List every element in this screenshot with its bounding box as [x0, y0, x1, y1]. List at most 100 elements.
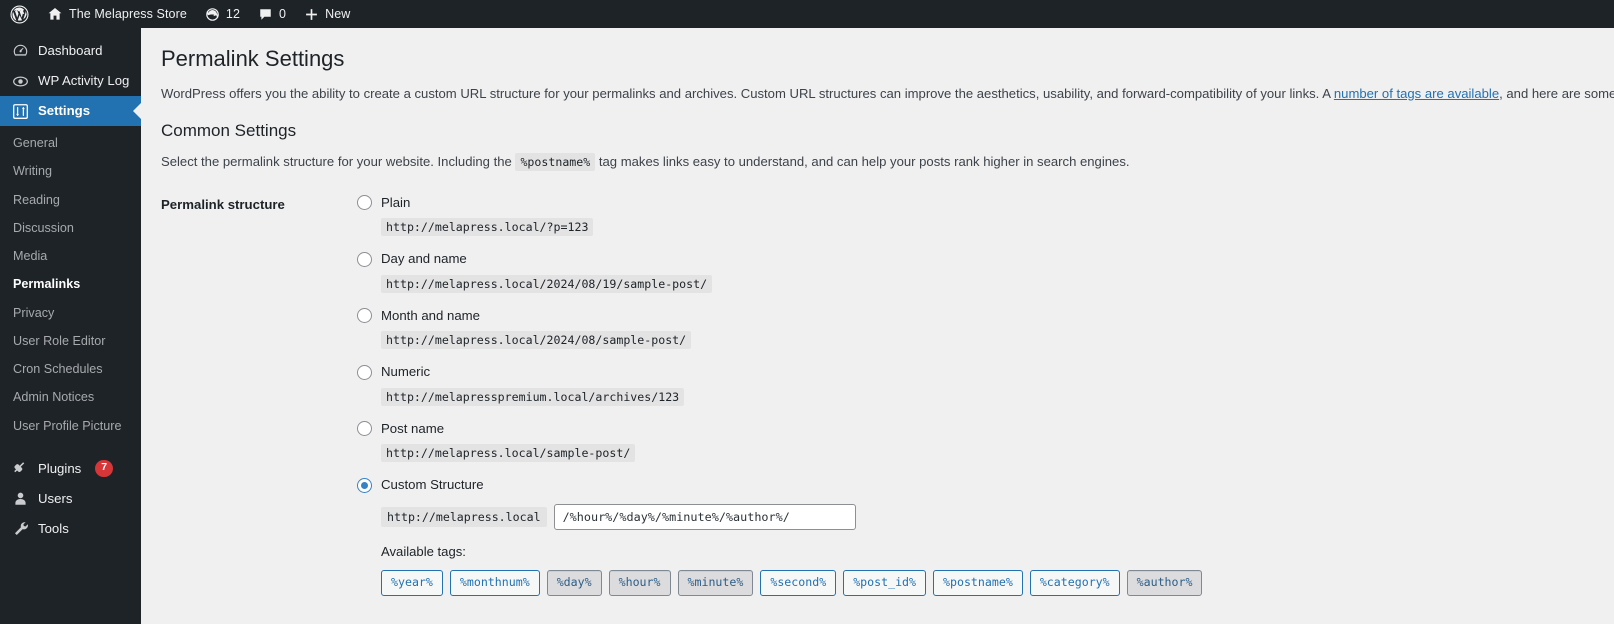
option-plain-example: http://melapress.local/?p=123	[381, 218, 594, 237]
sidebar-item-plugins[interactable]: Plugins 7	[0, 454, 141, 484]
option-plain-label: Plain	[381, 194, 411, 210]
custom-structure-input[interactable]	[553, 503, 856, 530]
page-title: Permalink Settings	[161, 46, 345, 71]
tag-button-post-id[interactable]: %post_id%	[843, 569, 927, 596]
sidebar-item-users[interactable]: Users	[0, 484, 141, 514]
available-tags-label: Available tags:	[381, 543, 466, 559]
submenu-item-writing[interactable]: Writing	[0, 157, 141, 185]
sidebar-item-dashboard[interactable]: Dashboard	[0, 36, 141, 66]
comments-count: 0	[279, 7, 287, 21]
admin-sidebar-menu: Dashboard WP Activity Log Settings Gener…	[0, 28, 141, 624]
tools-wrench-icon	[11, 520, 29, 538]
plus-icon	[304, 7, 319, 22]
sidebar-item-label: Plugins	[38, 461, 82, 477]
home-icon	[47, 6, 63, 22]
comments-button[interactable]: 0	[249, 0, 295, 28]
section-desc-after: tag makes links easy to understand, and …	[595, 154, 1130, 170]
comment-bubble-icon	[258, 7, 273, 22]
option-custom-structure-label: Custom Structure	[381, 477, 484, 493]
radio-day-and-name[interactable]	[357, 251, 372, 267]
tag-button-year[interactable]: %year%	[381, 569, 443, 596]
submenu-item-media[interactable]: Media	[0, 242, 141, 270]
option-day-and-name-row[interactable]: Day and name	[357, 250, 1614, 268]
sidebar-item-settings[interactable]: Settings	[0, 96, 141, 126]
option-month-and-name-example: http://melapress.local/2024/08/sample-po…	[381, 331, 692, 350]
postname-tag-code: %postname%	[515, 153, 596, 172]
tag-button-author[interactable]: %author%	[1126, 569, 1203, 596]
tag-button-category[interactable]: %category%	[1029, 569, 1120, 596]
submenu-item-cron-schedules[interactable]: Cron Schedules	[0, 355, 141, 383]
menu-separator	[0, 446, 141, 454]
option-day-and-name-example: http://melapress.local/2024/08/19/sample…	[381, 274, 713, 293]
tag-button-postname[interactable]: %postname%	[933, 569, 1023, 596]
radio-custom-structure[interactable]	[357, 477, 372, 493]
intro-text-after: , and here are some examples to get you …	[1499, 85, 1614, 101]
intro-text-before: WordPress offers you the ability to crea…	[161, 85, 1334, 101]
option-post-name-example: http://melapress.local/sample-post/	[381, 444, 636, 463]
radio-numeric[interactable]	[357, 364, 372, 380]
submenu-item-user-profile-picture[interactable]: User Profile Picture	[0, 412, 141, 440]
available-tags-link[interactable]: number of tags are available	[1334, 86, 1499, 101]
option-month-and-name: Month and name http://melapress.local/20…	[357, 307, 1614, 350]
wordpress-logo-icon	[10, 4, 29, 24]
updates-button[interactable]: 12	[196, 0, 249, 28]
radio-month-and-name[interactable]	[357, 308, 372, 324]
available-tags-list: %year% %monthnum% %day% %hour% %minute% …	[357, 561, 1614, 596]
eye-icon	[11, 72, 29, 90]
radio-post-name[interactable]	[357, 421, 372, 437]
tag-button-minute[interactable]: %minute%	[677, 569, 754, 596]
site-name-button[interactable]: The Melapress Store	[38, 0, 196, 28]
option-numeric-example: http://melapresspremium.local/archives/1…	[381, 387, 685, 406]
new-content-label: New	[325, 7, 351, 21]
tag-button-second[interactable]: %second%	[760, 569, 837, 596]
radio-plain[interactable]	[357, 195, 372, 211]
sidebar-item-label: Users	[38, 491, 73, 507]
new-content-button[interactable]: New	[295, 0, 359, 28]
option-plain-example-wrap: http://melapress.local/?p=123	[357, 212, 1614, 237]
submenu-item-permalinks[interactable]: Permalinks	[0, 270, 141, 298]
tag-button-monthnum[interactable]: %monthnum%	[449, 569, 540, 596]
submenu-item-user-role-editor[interactable]: User Role Editor	[0, 327, 141, 355]
settings-submenu: General Writing Reading Discussion Media…	[0, 126, 141, 446]
option-post-name-example-wrap: http://melapress.local/sample-post/	[357, 438, 1614, 463]
sidebar-item-label: Tools	[38, 521, 69, 537]
plugins-icon	[11, 460, 29, 478]
section-desc-before: Select the permalink structure for your …	[161, 154, 516, 170]
sidebar-item-wp-activity-log[interactable]: WP Activity Log	[0, 66, 141, 96]
site-name-label: The Melapress Store	[69, 7, 187, 21]
submenu-item-general[interactable]: General	[0, 129, 141, 157]
option-day-and-name-label: Day and name	[381, 251, 467, 267]
wordpress-logo-button[interactable]	[0, 0, 38, 28]
tag-button-hour[interactable]: %hour%	[608, 569, 671, 596]
submenu-item-admin-notices[interactable]: Admin Notices	[0, 383, 141, 411]
option-numeric-row[interactable]: Numeric	[357, 363, 1614, 381]
updates-icon	[205, 7, 220, 22]
option-month-and-name-label: Month and name	[381, 307, 480, 323]
custom-structure-input-row: http://melapress.local	[357, 495, 1614, 530]
section-description: Select the permalink structure for your …	[161, 152, 1614, 172]
permalink-structure-options: Plain http://melapress.local/?p=123 Day …	[357, 194, 1614, 596]
submenu-item-privacy[interactable]: Privacy	[0, 299, 141, 327]
dashboard-icon	[11, 42, 29, 60]
option-month-and-name-example-wrap: http://melapress.local/2024/08/sample-po…	[357, 325, 1614, 350]
section-title-common-settings: Common Settings	[161, 121, 297, 141]
option-numeric: Numeric http://melapresspremium.local/ar…	[357, 363, 1614, 406]
option-month-and-name-row[interactable]: Month and name	[357, 307, 1614, 325]
option-plain: Plain http://melapress.local/?p=123	[357, 194, 1614, 237]
option-post-name-label: Post name	[381, 420, 445, 436]
option-custom-structure: Custom Structure http://melapress.local …	[357, 476, 1614, 596]
plugins-update-badge: 7	[95, 460, 114, 478]
sidebar-item-label: WP Activity Log	[38, 73, 130, 89]
tag-button-day[interactable]: %day%	[546, 569, 602, 596]
option-custom-structure-row[interactable]: Custom Structure	[357, 476, 1614, 494]
option-numeric-label: Numeric	[381, 364, 431, 380]
admin-bar: The Melapress Store 12 0 New	[0, 0, 1614, 28]
sidebar-item-label: Settings	[38, 103, 91, 119]
sidebar-item-tools[interactable]: Tools	[0, 514, 141, 544]
option-plain-row[interactable]: Plain	[357, 194, 1614, 212]
updates-count: 12	[225, 7, 241, 21]
permalink-structure-row: Permalink structure Plain http://melapre…	[161, 194, 1614, 596]
submenu-item-discussion[interactable]: Discussion	[0, 214, 141, 242]
option-post-name-row[interactable]: Post name	[357, 420, 1614, 438]
submenu-item-reading[interactable]: Reading	[0, 186, 141, 214]
